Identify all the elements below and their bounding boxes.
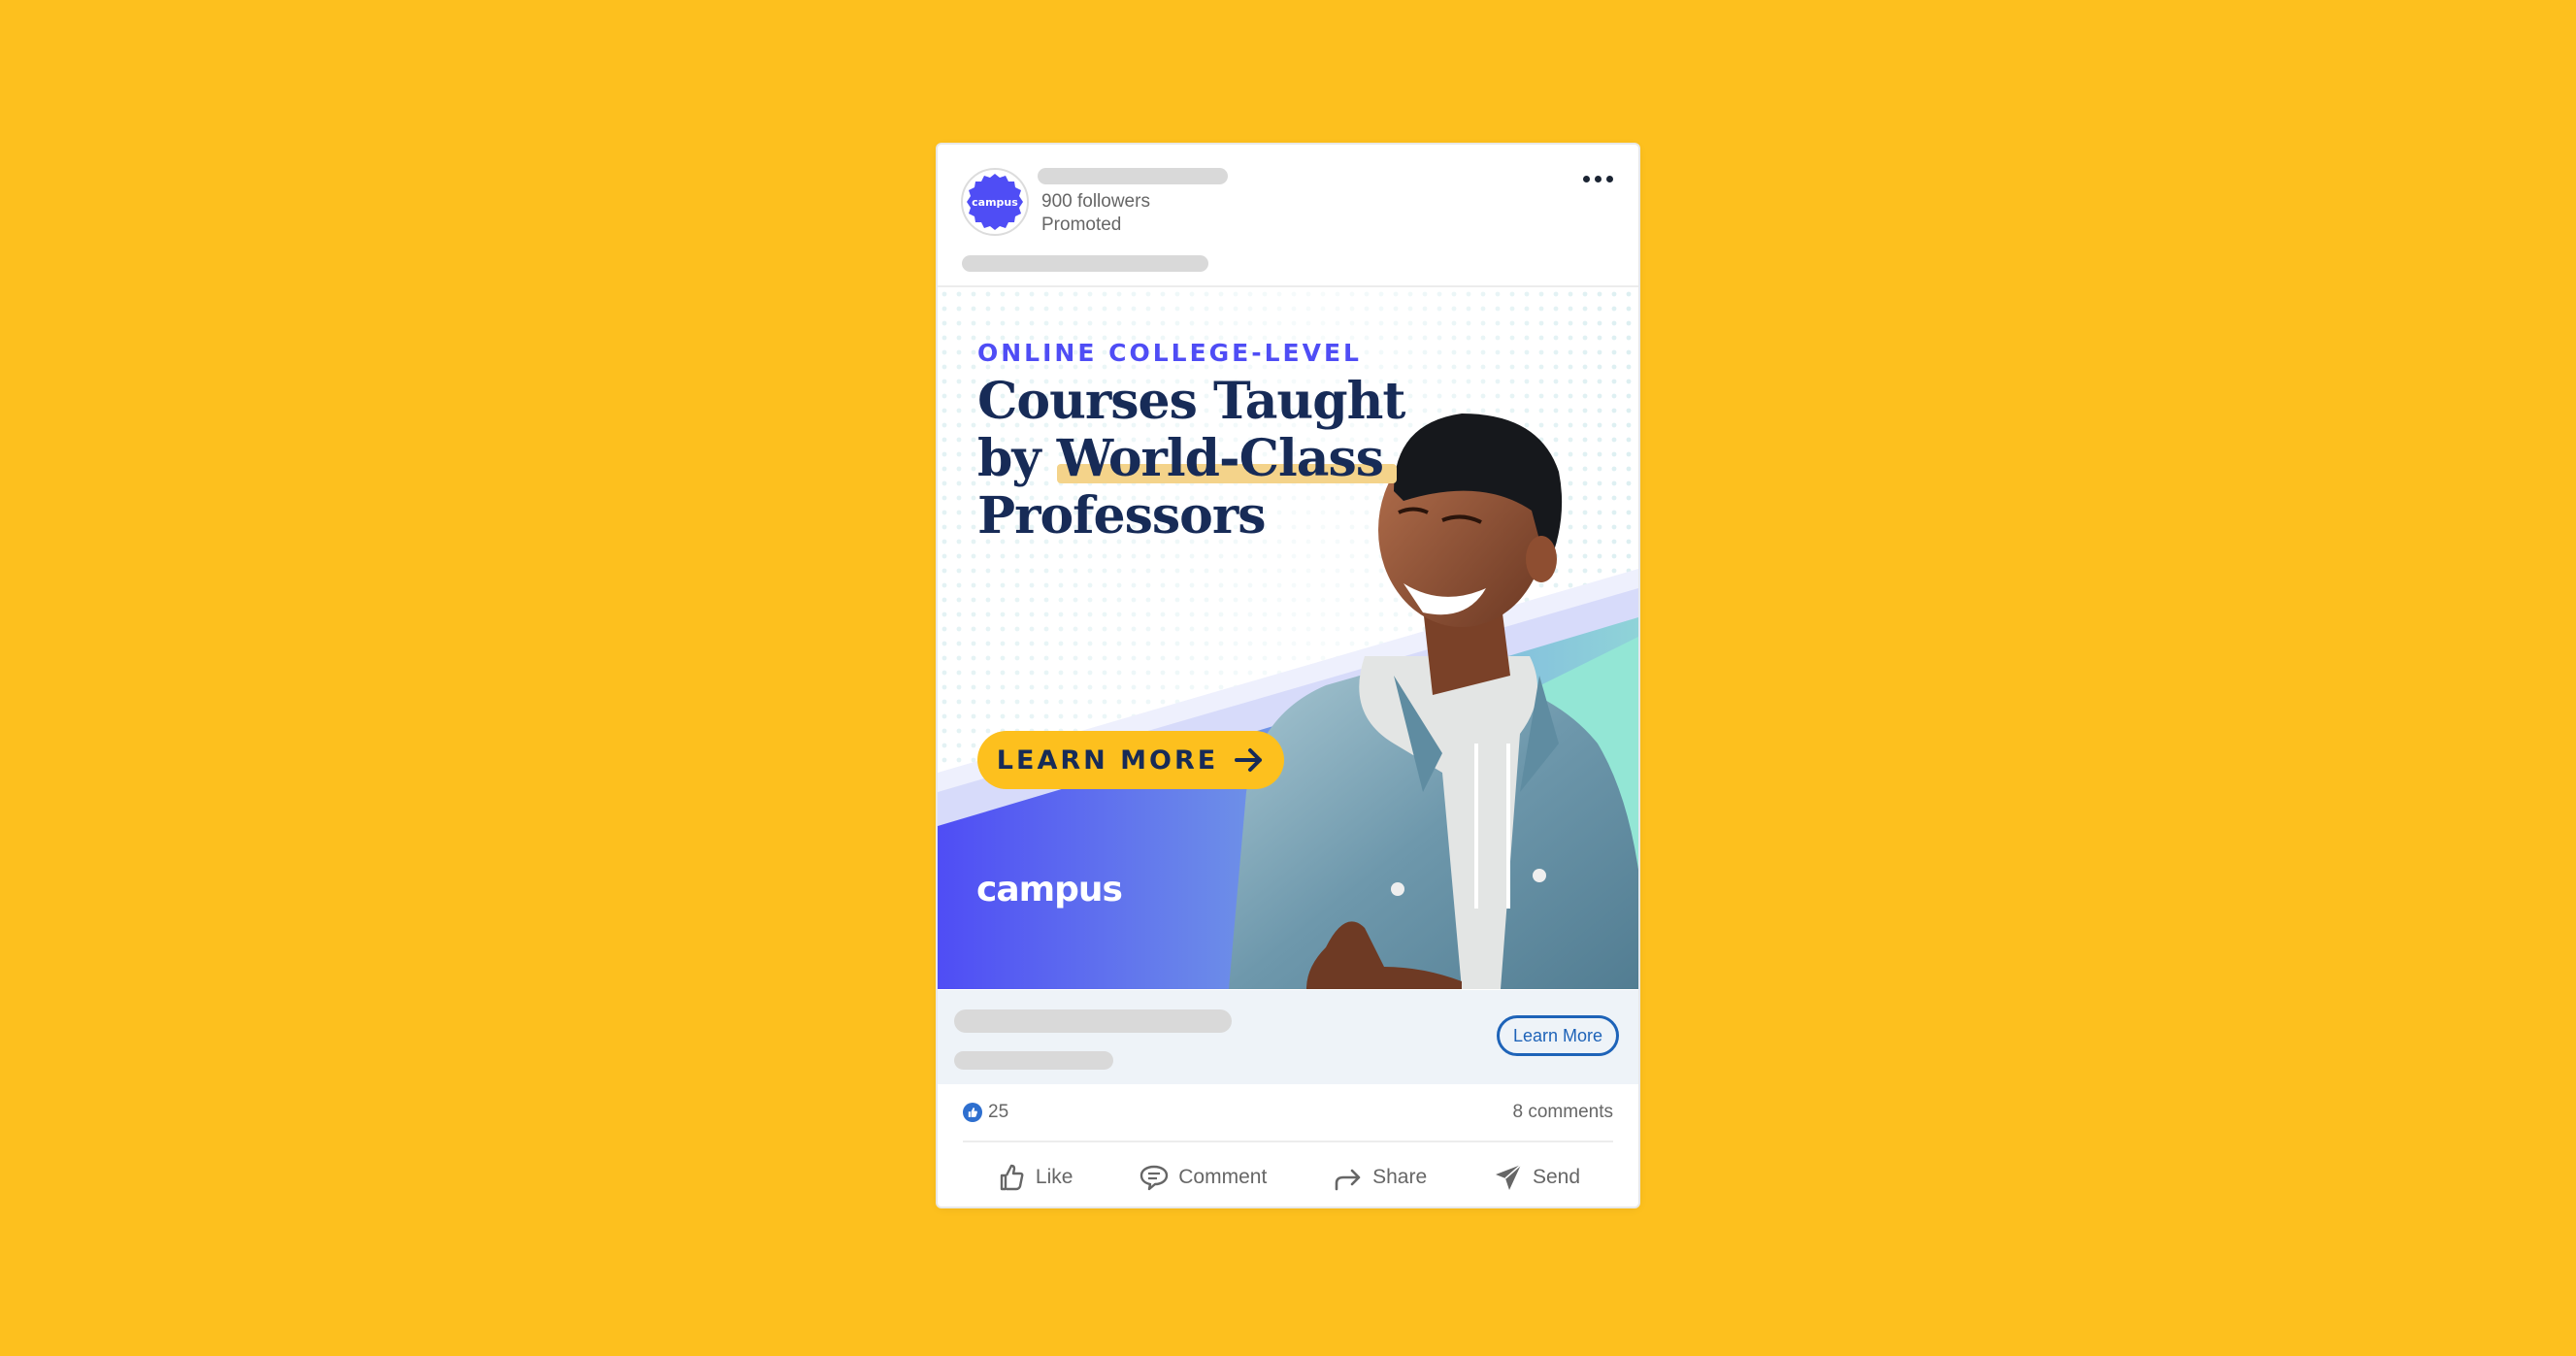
- comment-icon: [1140, 1165, 1169, 1191]
- thumbs-up-icon: [1000, 1164, 1024, 1191]
- send-icon: [1496, 1164, 1522, 1190]
- share-icon: [1335, 1169, 1361, 1191]
- headline-line-2: by World-Class: [977, 430, 1434, 487]
- headline-placeholder: [954, 1009, 1232, 1033]
- reaction-summary[interactable]: 25: [963, 1102, 1008, 1123]
- reaction-count: 25: [988, 1102, 1009, 1122]
- send-button[interactable]: Send: [1483, 1156, 1590, 1199]
- company-avatar[interactable]: campus: [961, 168, 1029, 236]
- ad-headline: Courses Taught by World-Class Professors: [977, 373, 1434, 545]
- learn-more-button[interactable]: Learn More: [1497, 1015, 1619, 1056]
- share-button[interactable]: Share: [1323, 1156, 1437, 1199]
- comment-button[interactable]: Comment: [1129, 1156, 1276, 1199]
- author-name-placeholder[interactable]: [1038, 168, 1228, 184]
- ad-cta-label: LEARN MORE: [996, 744, 1219, 776]
- send-label: Send: [1533, 1166, 1581, 1188]
- ad-learn-more-button[interactable]: LEARN MORE: [977, 731, 1284, 789]
- cta-bar: Learn More: [938, 990, 1638, 1084]
- more-dot-icon: [1582, 175, 1590, 182]
- comment-count[interactable]: 8 comments: [1513, 1102, 1613, 1123]
- post-text-placeholder: [962, 255, 1208, 272]
- action-bar: Like Comment Share Send: [963, 1154, 1613, 1201]
- social-divider: [963, 1141, 1613, 1142]
- headline-line-1: Courses Taught: [977, 372, 1405, 431]
- sponsored-post-card: campus 900 followers Promoted ONLINE COL…: [938, 145, 1638, 1207]
- follower-count: 900 followers: [1041, 191, 1150, 212]
- avatar-logo-text: campus: [972, 196, 1018, 209]
- domain-placeholder: [954, 1051, 1113, 1070]
- arrow-right-icon: [1235, 748, 1263, 772]
- post-header: campus 900 followers Promoted: [938, 145, 1638, 287]
- headline-line-3: Professors: [977, 486, 1267, 546]
- campus-logo-badge-icon: campus: [967, 174, 1023, 230]
- more-dot-icon: [1594, 175, 1602, 182]
- ad-creative-image[interactable]: ONLINE COLLEGE-LEVEL Courses Taught by W…: [938, 287, 1638, 989]
- comment-label: Comment: [1178, 1166, 1268, 1188]
- headline-highlight: World-Class: [1056, 429, 1398, 488]
- share-label: Share: [1372, 1166, 1428, 1188]
- ad-eyebrow: ONLINE COLLEGE-LEVEL: [977, 339, 1362, 367]
- like-label: Like: [1035, 1166, 1073, 1188]
- promoted-label: Promoted: [1041, 215, 1122, 235]
- campus-logo: campus: [976, 870, 1123, 910]
- thumbs-up-reaction-icon: [963, 1103, 982, 1122]
- like-button[interactable]: Like: [986, 1156, 1083, 1199]
- headline-prefix: by: [977, 429, 1057, 488]
- more-dot-icon: [1605, 175, 1613, 182]
- more-options-button[interactable]: [1578, 166, 1617, 191]
